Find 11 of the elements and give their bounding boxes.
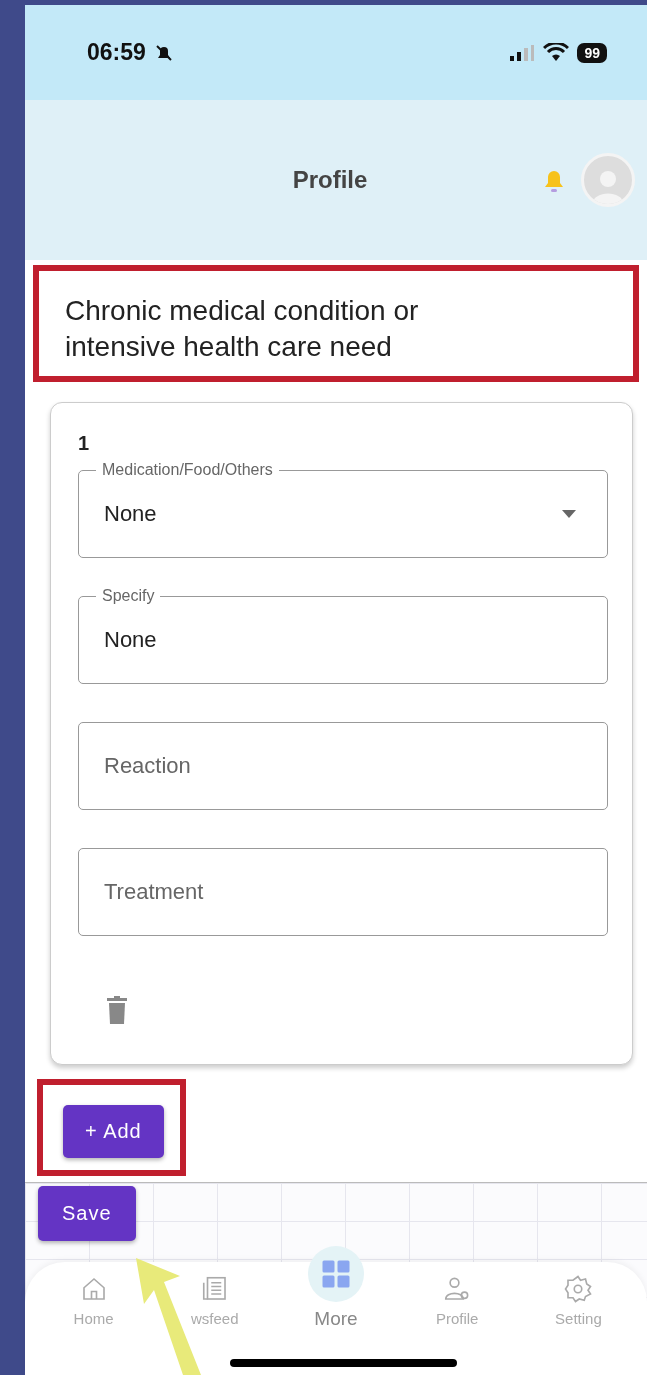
add-button[interactable]: + Add (63, 1104, 164, 1158)
entry-number: 1 (78, 432, 90, 453)
save-button[interactable]: Save (38, 1185, 136, 1241)
battery-indicator: 99 (577, 42, 607, 63)
input-field[interactable]: Specify None (78, 585, 608, 684)
dropdown-field[interactable]: Medication/Food/Others None (78, 459, 608, 558)
status-time: 06:59 (87, 39, 146, 66)
page-title: Profile (292, 166, 368, 194)
input-field[interactable]: Treatment (78, 837, 608, 936)
input-field[interactable]: Reaction (78, 711, 608, 810)
section-heading: Chronic medical condition or intensive health care need (65, 294, 420, 365)
